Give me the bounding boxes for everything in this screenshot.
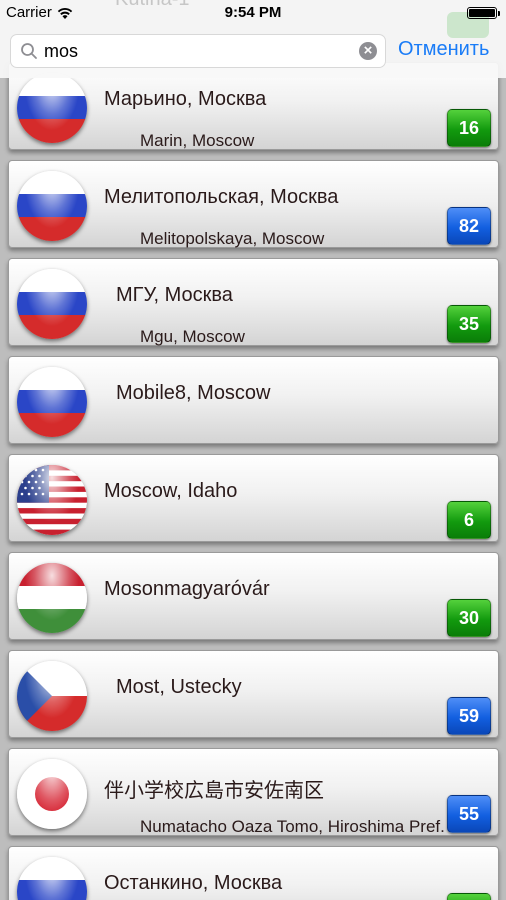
location-title: Останкино, Москва xyxy=(104,872,283,894)
location-title: 伴小学校広島市安佐南区 xyxy=(104,780,324,802)
czech-flag-icon xyxy=(17,661,87,731)
usa-flag-icon xyxy=(17,465,87,535)
count-badge: 30 xyxy=(447,599,491,637)
location-subtitle: Mgu, Moscow xyxy=(140,327,245,346)
count-badge: 16 xyxy=(447,109,491,147)
screen: Марьино, Москва Marin, Moscow 16 Мелитоп… xyxy=(0,0,506,900)
location-title: Most, Ustecky xyxy=(116,676,242,698)
count-badge: 35 xyxy=(447,305,491,343)
list-item[interactable]: Most, Ustecky 59 xyxy=(8,650,499,738)
list-item[interactable]: МГУ, Москва Mgu, Moscow 35 xyxy=(8,258,499,346)
list-item[interactable]: Moscow, Idaho 6 xyxy=(8,454,499,542)
location-title: МГУ, Москва xyxy=(116,284,233,306)
location-title: Mosonmagyaróvár xyxy=(104,578,270,600)
count-badge xyxy=(447,893,491,900)
russia-flag-icon xyxy=(17,857,87,900)
count-badge: 6 xyxy=(447,501,491,539)
list-item[interactable]: Мелитопольская, Москва Melitopolskaya, M… xyxy=(8,160,499,248)
cancel-button[interactable]: Отменить xyxy=(398,38,489,61)
location-subtitle: Marin, Moscow xyxy=(140,131,255,150)
status-time: 9:54 PM xyxy=(224,4,282,21)
russia-flag-icon xyxy=(17,269,87,339)
location-title: Мелитопольская, Москва xyxy=(104,186,339,208)
russia-flag-icon xyxy=(17,367,87,437)
location-title: Марьино, Москва xyxy=(104,88,267,110)
location-subtitle: Melitopolskaya, Moscow xyxy=(140,229,325,248)
russia-flag-icon xyxy=(17,73,87,143)
hungary-flag-icon xyxy=(17,563,87,633)
search-header: Kutina-1 Carrier 9:54 PM × Отменить xyxy=(0,0,506,78)
list-item[interactable]: Mobile8, Moscow xyxy=(8,356,499,444)
battery-icon xyxy=(467,7,500,19)
count-badge: 59 xyxy=(447,697,491,735)
clear-icon[interactable]: × xyxy=(359,42,377,60)
japan-flag-icon xyxy=(17,759,87,829)
list-item[interactable]: 伴小学校広島市安佐南区 Numatacho Oaza Tomo, Hiroshi… xyxy=(8,748,499,836)
search-field[interactable]: × xyxy=(10,34,386,68)
count-badge: 55 xyxy=(447,795,491,833)
location-subtitle: Numatacho Oaza Tomo, Hiroshima Pref. xyxy=(140,817,445,836)
list-item[interactable]: Останкино, Москва xyxy=(8,846,499,900)
location-title: Mobile8, Moscow xyxy=(116,382,271,404)
search-icon xyxy=(21,43,37,59)
status-bar: Carrier 9:54 PM xyxy=(0,0,506,26)
list-item[interactable]: Mosonmagyaróvár 30 xyxy=(8,552,499,640)
location-title: Moscow, Idaho xyxy=(104,480,238,502)
count-badge: 82 xyxy=(447,207,491,245)
russia-flag-icon xyxy=(17,171,87,241)
search-input[interactable] xyxy=(44,40,354,62)
